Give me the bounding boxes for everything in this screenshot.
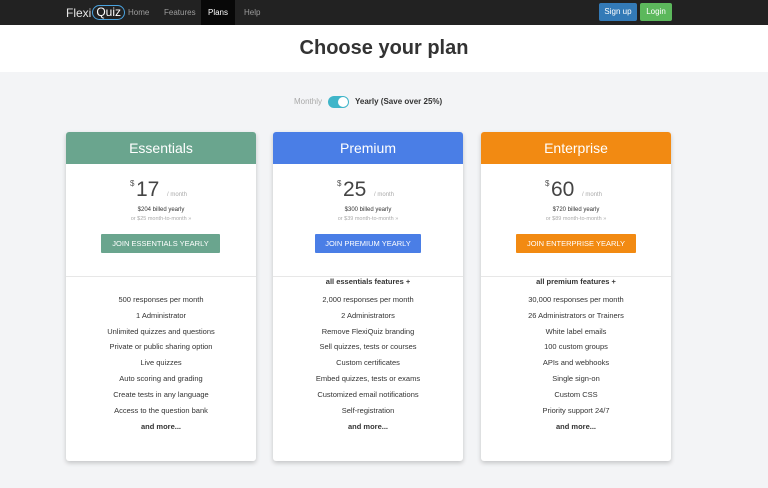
divider [66, 276, 256, 277]
plan-card-premium: Premium $ 25 / month $300 billed yearly … [273, 132, 463, 461]
yearly-option-label[interactable]: Yearly (Save over 25%) [355, 97, 442, 106]
top-navbar: Flexi Quiz Home Features Plans Help Sign… [0, 0, 768, 25]
nav-item-home[interactable]: Home [128, 0, 149, 25]
feature-item: 100 custom groups [544, 342, 608, 352]
feature-item: Live quizzes [140, 358, 182, 368]
plan-card-enterprise: Enterprise $ 60 / month $720 billed year… [481, 132, 671, 461]
included-features-text: all essentials features + [315, 277, 421, 286]
billed-yearly-text: $720 billed yearly [552, 207, 600, 213]
plan-card-essentials: Essentials $ 17 / month $204 billed year… [66, 132, 256, 461]
logo-quiz-text: Quiz [92, 5, 126, 20]
price-row: $ 25 / month [273, 178, 463, 202]
feature-item: Priority support 24/7 [542, 405, 610, 415]
and-more-link[interactable]: and more... [481, 422, 671, 431]
feature-item: Unlimited quizzes and questions [107, 326, 215, 336]
nav-item-features[interactable]: Features [164, 0, 196, 25]
feature-item: Sell quizzes, tests or courses [319, 342, 417, 352]
plan-name: Enterprise [481, 132, 671, 164]
nav-item-help[interactable]: Help [244, 0, 260, 25]
feature-item: 30,000 responses per month [528, 295, 624, 304]
join-enterprise-button[interactable]: JOIN ENTERPRISE YEARLY [516, 234, 636, 253]
feature-item: Auto scoring and grading [119, 373, 203, 383]
included-features-label: all premium features + [481, 271, 671, 289]
login-button[interactable]: Login [640, 3, 672, 21]
price-period: / month [582, 192, 603, 198]
join-essentials-button[interactable]: JOIN ESSENTIALS YEARLY [101, 234, 220, 253]
feature-item: Custom certificates [336, 358, 400, 368]
feature-item: Access to the question bank [114, 405, 208, 415]
month-to-month-link[interactable]: or $25 month-to-month » [66, 216, 256, 222]
feature-item: Custom CSS [554, 389, 598, 399]
month-to-month-link[interactable]: or $89 month-to-month » [481, 216, 671, 222]
price-amount: 17 [136, 178, 160, 201]
currency-symbol: $ [337, 179, 342, 188]
billing-toggle-group: Monthly Yearly (Save over 25%) [0, 95, 768, 109]
currency-symbol: $ [130, 179, 135, 188]
page-title: Choose your plan [299, 37, 469, 59]
feature-list: 500 responses per month 1 Administrator … [66, 292, 256, 418]
billed-yearly-text: $204 billed yearly [137, 207, 185, 213]
feature-item: Create tests in any language [113, 389, 209, 399]
feature-item: Private or public sharing option [109, 342, 213, 352]
feature-item: Self-registration [341, 405, 395, 415]
logo-flexi-text: Flexi [66, 5, 92, 20]
plan-name: Essentials [66, 132, 256, 164]
feature-item: Embed quizzes, tests or exams [315, 373, 421, 383]
and-more-link[interactable]: and more... [66, 422, 256, 431]
and-more-link[interactable]: and more... [273, 422, 463, 431]
flexiquiz-logo[interactable]: Flexi Quiz [66, 3, 126, 22]
feature-item: Customized email notifications [317, 389, 419, 399]
price-row: $ 60 / month [481, 178, 671, 202]
toggle-knob [338, 97, 348, 107]
feature-item: 2 Administrators [341, 310, 395, 320]
monthly-option-label[interactable]: Monthly [294, 97, 322, 106]
price-amount: 60 [551, 178, 575, 201]
nav-item-plans[interactable]: Plans [201, 0, 235, 25]
plan-name: Premium [273, 132, 463, 164]
feature-item: Remove FlexiQuiz branding [321, 326, 415, 336]
billed-yearly-text: $300 billed yearly [344, 207, 392, 213]
month-to-month-link[interactable]: or $39 month-to-month » [273, 216, 463, 222]
currency-symbol: $ [545, 179, 550, 188]
feature-list: 2,000 responses per month 2 Administrato… [273, 292, 463, 418]
feature-item: 1 Administrator [135, 310, 187, 320]
feature-item: 2,000 responses per month [322, 295, 414, 304]
billing-toggle-switch[interactable] [328, 96, 349, 108]
price-period: / month [167, 192, 188, 198]
feature-item: 26 Administrators or Trainers [528, 310, 624, 320]
feature-item: 500 responses per month [118, 295, 204, 304]
join-premium-button[interactable]: JOIN PREMIUM YEARLY [315, 234, 421, 253]
included-features-label: all essentials features + [273, 271, 463, 289]
price-period: / month [374, 192, 395, 198]
feature-item: White label emails [545, 326, 607, 336]
feature-item: APIs and webhooks [542, 358, 610, 368]
price-amount: 25 [343, 178, 367, 201]
feature-item: Single sign-on [552, 373, 600, 383]
signup-button[interactable]: Sign up [599, 3, 637, 21]
price-row: $ 17 / month [66, 178, 256, 202]
included-features-text: all premium features + [526, 277, 626, 286]
feature-list: 30,000 responses per month 26 Administra… [481, 292, 671, 418]
